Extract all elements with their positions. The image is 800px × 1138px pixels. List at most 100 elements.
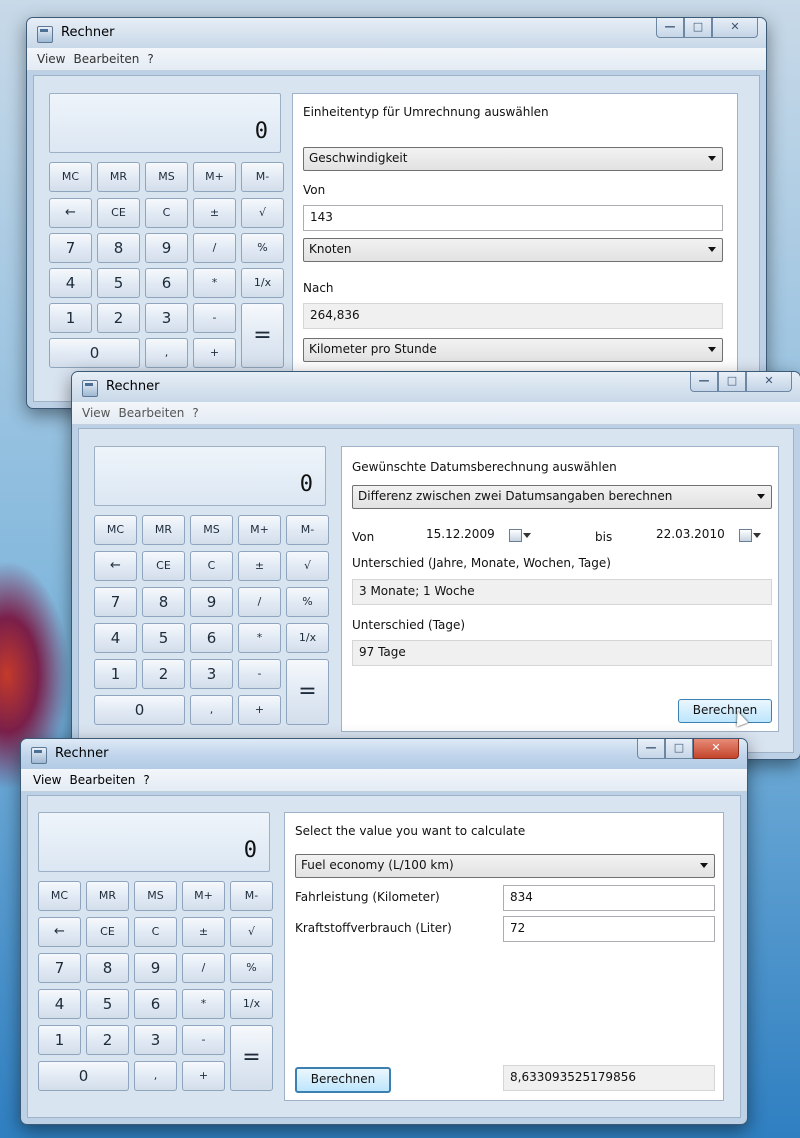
title-bar[interactable]: Rechner — □ ✕ <box>72 372 800 402</box>
title-bar[interactable]: Rechner — □ ✕ <box>21 739 747 769</box>
memory-add-button[interactable]: M+ <box>193 162 236 192</box>
negate-button[interactable]: ± <box>182 917 225 947</box>
digit-8-button[interactable]: 8 <box>86 953 129 983</box>
menu-view[interactable]: View <box>78 406 114 420</box>
digit-1-button[interactable]: 1 <box>38 1025 81 1055</box>
equals-button[interactable]: = <box>241 303 284 368</box>
menu-edit[interactable]: Bearbeiten <box>65 773 139 787</box>
maximize-button[interactable]: □ <box>684 18 712 38</box>
minimize-button[interactable]: — <box>690 372 718 392</box>
clear-entry-button[interactable]: CE <box>97 198 140 228</box>
percent-button[interactable]: % <box>230 953 273 983</box>
to-date-picker[interactable]: 22.03.2010 <box>650 521 770 545</box>
digit-6-button[interactable]: 6 <box>145 268 188 298</box>
from-value-field[interactable]: 143 <box>303 205 723 231</box>
digit-9-button[interactable]: 9 <box>134 953 177 983</box>
digit-7-button[interactable]: 7 <box>38 953 81 983</box>
title-bar[interactable]: Rechner — □ ✕ <box>27 18 766 48</box>
digit-3-button[interactable]: 3 <box>145 303 188 333</box>
digit-0-button[interactable]: 0 <box>94 695 185 725</box>
digit-4-button[interactable]: 4 <box>49 268 92 298</box>
reciprocal-button[interactable]: 1/x <box>241 268 284 298</box>
menu-view[interactable]: View <box>29 773 65 787</box>
from-date-picker[interactable]: 15.12.2009 <box>420 521 540 545</box>
fuel-field[interactable]: 72 <box>503 916 715 942</box>
negate-button[interactable]: ± <box>193 198 236 228</box>
subtract-button[interactable]: - <box>238 659 281 689</box>
calculate-button[interactable]: Berechnen <box>295 1067 391 1093</box>
square-root-button[interactable]: √ <box>286 551 329 581</box>
divide-button[interactable]: / <box>193 233 236 263</box>
backspace-button[interactable]: ← <box>49 198 92 228</box>
digit-2-button[interactable]: 2 <box>142 659 185 689</box>
calendar-icon[interactable] <box>739 529 752 542</box>
minimize-button[interactable]: — <box>637 739 665 759</box>
menu-edit[interactable]: Bearbeiten <box>114 406 188 420</box>
to-unit-dropdown[interactable]: Kilometer pro Stunde <box>303 338 723 362</box>
memory-clear-button[interactable]: MC <box>38 881 81 911</box>
backspace-button[interactable]: ← <box>94 551 137 581</box>
memory-subtract-button[interactable]: M- <box>230 881 273 911</box>
divide-button[interactable]: / <box>238 587 281 617</box>
digit-5-button[interactable]: 5 <box>97 268 140 298</box>
subtract-button[interactable]: - <box>182 1025 225 1055</box>
memory-subtract-button[interactable]: M- <box>241 162 284 192</box>
digit-6-button[interactable]: 6 <box>190 623 233 653</box>
decimal-button[interactable]: , <box>190 695 233 725</box>
memory-store-button[interactable]: MS <box>190 515 233 545</box>
digit-6-button[interactable]: 6 <box>134 989 177 1019</box>
decimal-button[interactable]: , <box>134 1061 177 1091</box>
calculate-button[interactable]: Berechnen <box>678 699 772 723</box>
digit-1-button[interactable]: 1 <box>94 659 137 689</box>
multiply-button[interactable]: * <box>238 623 281 653</box>
menu-help[interactable]: ? <box>143 52 157 66</box>
digit-3-button[interactable]: 3 <box>134 1025 177 1055</box>
clear-button[interactable]: C <box>190 551 233 581</box>
equals-button[interactable]: = <box>286 659 329 725</box>
memory-store-button[interactable]: MS <box>145 162 188 192</box>
clear-entry-button[interactable]: CE <box>86 917 129 947</box>
multiply-button[interactable]: * <box>193 268 236 298</box>
digit-4-button[interactable]: 4 <box>94 623 137 653</box>
subtract-button[interactable]: - <box>193 303 236 333</box>
maximize-button[interactable]: □ <box>718 372 746 392</box>
equals-button[interactable]: = <box>230 1025 273 1091</box>
reciprocal-button[interactable]: 1/x <box>286 623 329 653</box>
reciprocal-button[interactable]: 1/x <box>230 989 273 1019</box>
calculation-type-dropdown[interactable]: Fuel economy (L/100 km) <box>295 854 715 878</box>
memory-store-button[interactable]: MS <box>134 881 177 911</box>
divide-button[interactable]: / <box>182 953 225 983</box>
digit-7-button[interactable]: 7 <box>49 233 92 263</box>
negate-button[interactable]: ± <box>238 551 281 581</box>
from-unit-dropdown[interactable]: Knoten <box>303 238 723 262</box>
digit-0-button[interactable]: 0 <box>38 1061 129 1091</box>
minimize-button[interactable]: — <box>656 18 684 38</box>
digit-2-button[interactable]: 2 <box>86 1025 129 1055</box>
backspace-button[interactable]: ← <box>38 917 81 947</box>
memory-clear-button[interactable]: MC <box>49 162 92 192</box>
memory-add-button[interactable]: M+ <box>182 881 225 911</box>
unit-type-dropdown[interactable]: Geschwindigkeit <box>303 147 723 171</box>
add-button[interactable]: + <box>238 695 281 725</box>
digit-5-button[interactable]: 5 <box>142 623 185 653</box>
digit-8-button[interactable]: 8 <box>97 233 140 263</box>
memory-recall-button[interactable]: MR <box>86 881 129 911</box>
clear-button[interactable]: C <box>145 198 188 228</box>
digit-2-button[interactable]: 2 <box>97 303 140 333</box>
menu-help[interactable]: ? <box>188 406 202 420</box>
digit-5-button[interactable]: 5 <box>86 989 129 1019</box>
menu-view[interactable]: View <box>33 52 69 66</box>
digit-9-button[interactable]: 9 <box>145 233 188 263</box>
add-button[interactable]: + <box>182 1061 225 1091</box>
digit-9-button[interactable]: 9 <box>190 587 233 617</box>
clear-entry-button[interactable]: CE <box>142 551 185 581</box>
decimal-button[interactable]: , <box>145 338 188 368</box>
digit-1-button[interactable]: 1 <box>49 303 92 333</box>
percent-button[interactable]: % <box>286 587 329 617</box>
digit-4-button[interactable]: 4 <box>38 989 81 1019</box>
calculation-type-dropdown[interactable]: Differenz zwischen zwei Datumsangaben be… <box>352 485 772 509</box>
maximize-button[interactable]: □ <box>665 739 693 759</box>
digit-0-button[interactable]: 0 <box>49 338 140 368</box>
square-root-button[interactable]: √ <box>241 198 284 228</box>
clear-button[interactable]: C <box>134 917 177 947</box>
